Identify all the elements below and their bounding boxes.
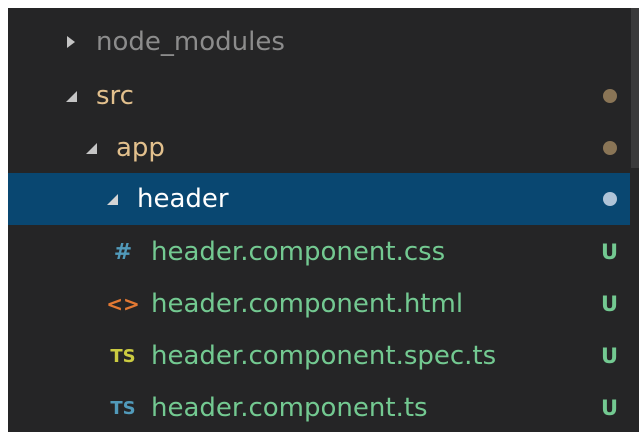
- untracked-badge: U: [600, 292, 618, 316]
- spec-ts-file-icon: TS: [110, 345, 136, 367]
- tree-item-header-component-css[interactable]: # header.component.css U: [8, 226, 630, 278]
- tree-item-src[interactable]: src: [8, 70, 630, 122]
- chevron-down-icon: [80, 137, 102, 159]
- explorer-scrollbar[interactable]: [631, 8, 639, 168]
- tree-item-header-component-html[interactable]: <> header.component.html U: [8, 278, 630, 330]
- tree-item-header-component-ts[interactable]: TS header.component.ts U: [8, 382, 630, 432]
- html-file-icon: <>: [106, 292, 140, 316]
- modified-dot-icon: [603, 192, 617, 206]
- tree-item-label: header: [137, 184, 229, 214]
- css-file-icon: #: [113, 239, 133, 265]
- tree-item-header-component-spec-ts[interactable]: TS header.component.spec.ts U: [8, 330, 630, 382]
- tree-item-label: header.component.ts: [151, 393, 428, 423]
- tree-item-label: header.component.css: [151, 237, 446, 267]
- tree-item-app[interactable]: app: [8, 122, 630, 174]
- untracked-badge: U: [600, 344, 618, 368]
- ts-file-icon: TS: [110, 397, 136, 419]
- tree-item-label: header.component.spec.ts: [151, 341, 497, 371]
- file-explorer: node_modules src app header # header.com…: [8, 8, 639, 432]
- tree-item-node-modules[interactable]: node_modules: [8, 16, 630, 68]
- untracked-badge: U: [600, 240, 618, 264]
- chevron-right-icon: [60, 31, 82, 53]
- tree-item-label: src: [96, 81, 134, 111]
- chevron-down-icon: [60, 85, 82, 107]
- chevron-down-icon: [101, 188, 123, 210]
- tree-item-header[interactable]: header: [8, 173, 630, 225]
- tree-item-label: header.component.html: [151, 289, 464, 319]
- modified-dot-icon: [603, 89, 617, 103]
- untracked-badge: U: [600, 396, 618, 420]
- tree-item-label: node_modules: [96, 27, 285, 57]
- modified-dot-icon: [603, 141, 617, 155]
- tree-item-label: app: [116, 133, 165, 163]
